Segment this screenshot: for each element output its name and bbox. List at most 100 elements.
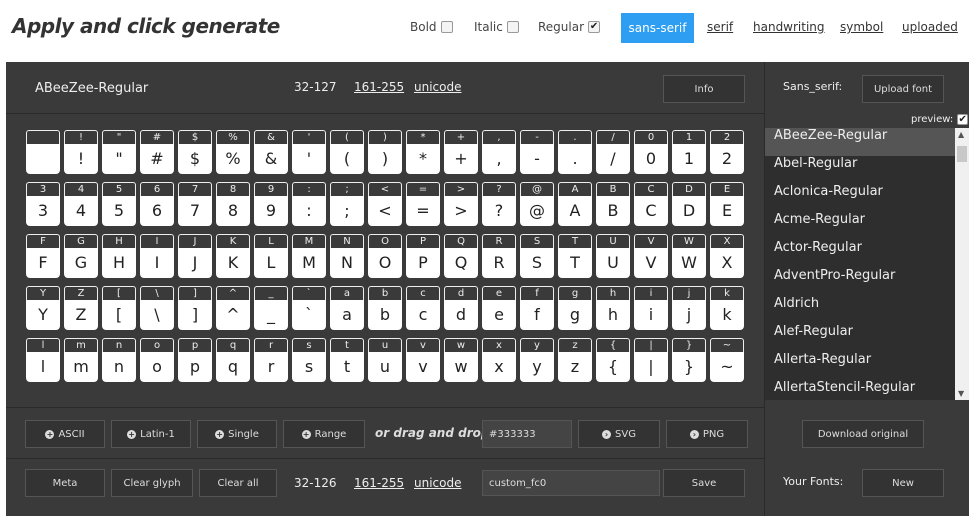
glyph-preview[interactable]: 6: [140, 196, 174, 226]
scroll-up-icon[interactable]: ▲: [958, 130, 964, 139]
glyph-cell[interactable]: 33: [26, 182, 60, 228]
glyph-cell[interactable]: CC: [634, 182, 668, 228]
glyph-cell[interactable]: 88: [216, 182, 250, 228]
glyph-preview[interactable]: b: [368, 300, 402, 330]
glyph-preview[interactable]: /: [596, 144, 630, 174]
range-latin-link[interactable]: 161-255: [354, 80, 404, 94]
glyph-cell[interactable]: ((: [330, 130, 364, 176]
glyph-preview[interactable]: p: [178, 352, 212, 382]
glyph-cell[interactable]: HH: [102, 234, 136, 280]
glyph-preview[interactable]: r: [254, 352, 288, 382]
glyph-preview[interactable]: &: [254, 144, 288, 174]
glyph-preview[interactable]: ~: [710, 352, 744, 382]
glyph-preview[interactable]: J: [178, 248, 212, 278]
font-list-item[interactable]: ABeeZee-Regular: [765, 128, 955, 156]
glyph-cell[interactable]: ll: [26, 338, 60, 384]
glyph-preview[interactable]: Z: [64, 300, 98, 330]
glyph-cell[interactable]: QQ: [444, 234, 478, 280]
glyph-preview[interactable]: G: [64, 248, 98, 278]
download-original-button[interactable]: Download original: [802, 420, 924, 448]
add-single-button[interactable]: + Single: [197, 420, 277, 448]
glyph-preview[interactable]: g: [558, 300, 592, 330]
glyph-cell[interactable]: 77: [178, 182, 212, 228]
meta-button[interactable]: Meta: [25, 469, 105, 497]
glyph-preview[interactable]: l: [26, 352, 60, 382]
glyph-cell[interactable]: + +: [444, 130, 478, 176]
glyph-cell[interactable]: uu: [368, 338, 402, 384]
glyph-cell[interactable]: > >: [444, 182, 478, 228]
glyph-preview[interactable]: <: [368, 196, 402, 226]
glyph-cell[interactable]: UU: [596, 234, 630, 280]
glyph-preview[interactable]: Y: [26, 300, 60, 330]
glyph-cell[interactable]: FF: [26, 234, 60, 280]
glyph-cell[interactable]: BB: [596, 182, 630, 228]
glyph-cell[interactable]: & &: [254, 130, 288, 176]
font-name-input[interactable]: custom_fc0: [482, 470, 660, 496]
glyph-cell[interactable]: < <: [368, 182, 402, 228]
glyph-cell[interactable]: ss: [292, 338, 326, 384]
glyph-cell[interactable]: | |: [634, 338, 668, 384]
glyph-preview[interactable]: 1: [672, 144, 706, 174]
glyph-preview[interactable]: 0: [634, 144, 668, 174]
glyph-preview[interactable]: >: [444, 196, 478, 226]
glyph-cell[interactable]: ??: [482, 182, 516, 228]
glyph-preview[interactable]: 3: [26, 196, 60, 226]
export-svg-button[interactable]: › SVG: [578, 420, 660, 448]
glyph-cell[interactable]: MM: [292, 234, 326, 280]
glyph-preview[interactable]: ": [102, 144, 136, 174]
font-list-item[interactable]: Alef-Regular: [765, 324, 955, 352]
range-unicode-link[interactable]: unicode: [414, 80, 461, 94]
glyph-cell[interactable]: II: [140, 234, 174, 280]
glyph-cell[interactable]: !!: [64, 130, 98, 176]
glyph-preview[interactable]: f: [520, 300, 554, 330]
font-list-item[interactable]: AdventPro-Regular: [765, 268, 955, 296]
glyph-preview[interactable]: c: [406, 300, 440, 330]
glyph-cell[interactable]: 66: [140, 182, 174, 228]
glyph-cell[interactable]: " ": [102, 130, 136, 176]
glyph-preview[interactable]: F: [26, 248, 60, 278]
glyph-preview[interactable]: ': [292, 144, 326, 174]
tab-uploaded[interactable]: uploaded: [902, 20, 958, 34]
add-range-button[interactable]: + Range: [283, 420, 365, 448]
info-button[interactable]: Info: [663, 75, 745, 103]
glyph-preview[interactable]: k: [710, 300, 744, 330]
glyph-cell[interactable]: NN: [330, 234, 364, 280]
glyph-preview[interactable]: i: [634, 300, 668, 330]
glyph-cell[interactable]: qq: [216, 338, 250, 384]
glyph-cell[interactable]: rr: [254, 338, 288, 384]
glyph-preview[interactable]: [26, 144, 60, 174]
glyph-cell[interactable]: 44: [64, 182, 98, 228]
glyph-preview[interactable]: 9: [254, 196, 288, 226]
glyph-preview[interactable]: U: [596, 248, 630, 278]
glyph-cell[interactable]: cc: [406, 286, 440, 332]
glyph-cell[interactable]: ,,: [482, 130, 516, 176]
glyph-cell[interactable]: ww: [444, 338, 478, 384]
glyph-preview[interactable]: e: [482, 300, 516, 330]
glyph-cell[interactable]: @ @: [520, 182, 554, 228]
glyph-cell[interactable]: dd: [444, 286, 478, 332]
glyph-cell[interactable]: )): [368, 130, 402, 176]
glyph-preview[interactable]: W: [672, 248, 706, 278]
glyph-cell[interactable]: ~ ~: [710, 338, 744, 384]
glyph-cell[interactable]: EE: [710, 182, 744, 228]
glyph-preview[interactable]: y: [520, 352, 554, 382]
glyph-cell[interactable]: 11: [672, 130, 706, 176]
tab-serif[interactable]: serif: [707, 20, 733, 34]
glyph-cell[interactable]: JJ: [178, 234, 212, 280]
glyph-preview[interactable]: N: [330, 248, 364, 278]
glyph-cell[interactable]: nn: [102, 338, 136, 384]
glyph-cell[interactable]: RR: [482, 234, 516, 280]
glyph-preview[interactable]: *: [406, 144, 440, 174]
glyph-preview[interactable]: R: [482, 248, 516, 278]
glyph-preview[interactable]: $: [178, 144, 212, 174]
glyph-preview[interactable]: C: [634, 196, 668, 226]
glyph-cell[interactable]: bb: [368, 286, 402, 332]
glyph-cell[interactable]: kk: [710, 286, 744, 332]
glyph-cell[interactable]: ::: [292, 182, 326, 228]
glyph-preview[interactable]: A: [558, 196, 592, 226]
glyph-cell[interactable]: KK: [216, 234, 250, 280]
glyph-preview[interactable]: |: [634, 352, 668, 382]
glyph-preview[interactable]: 7: [178, 196, 212, 226]
font-list-scrollbar[interactable]: ▲ ▼: [955, 128, 969, 400]
glyph-cell[interactable]: 55: [102, 182, 136, 228]
